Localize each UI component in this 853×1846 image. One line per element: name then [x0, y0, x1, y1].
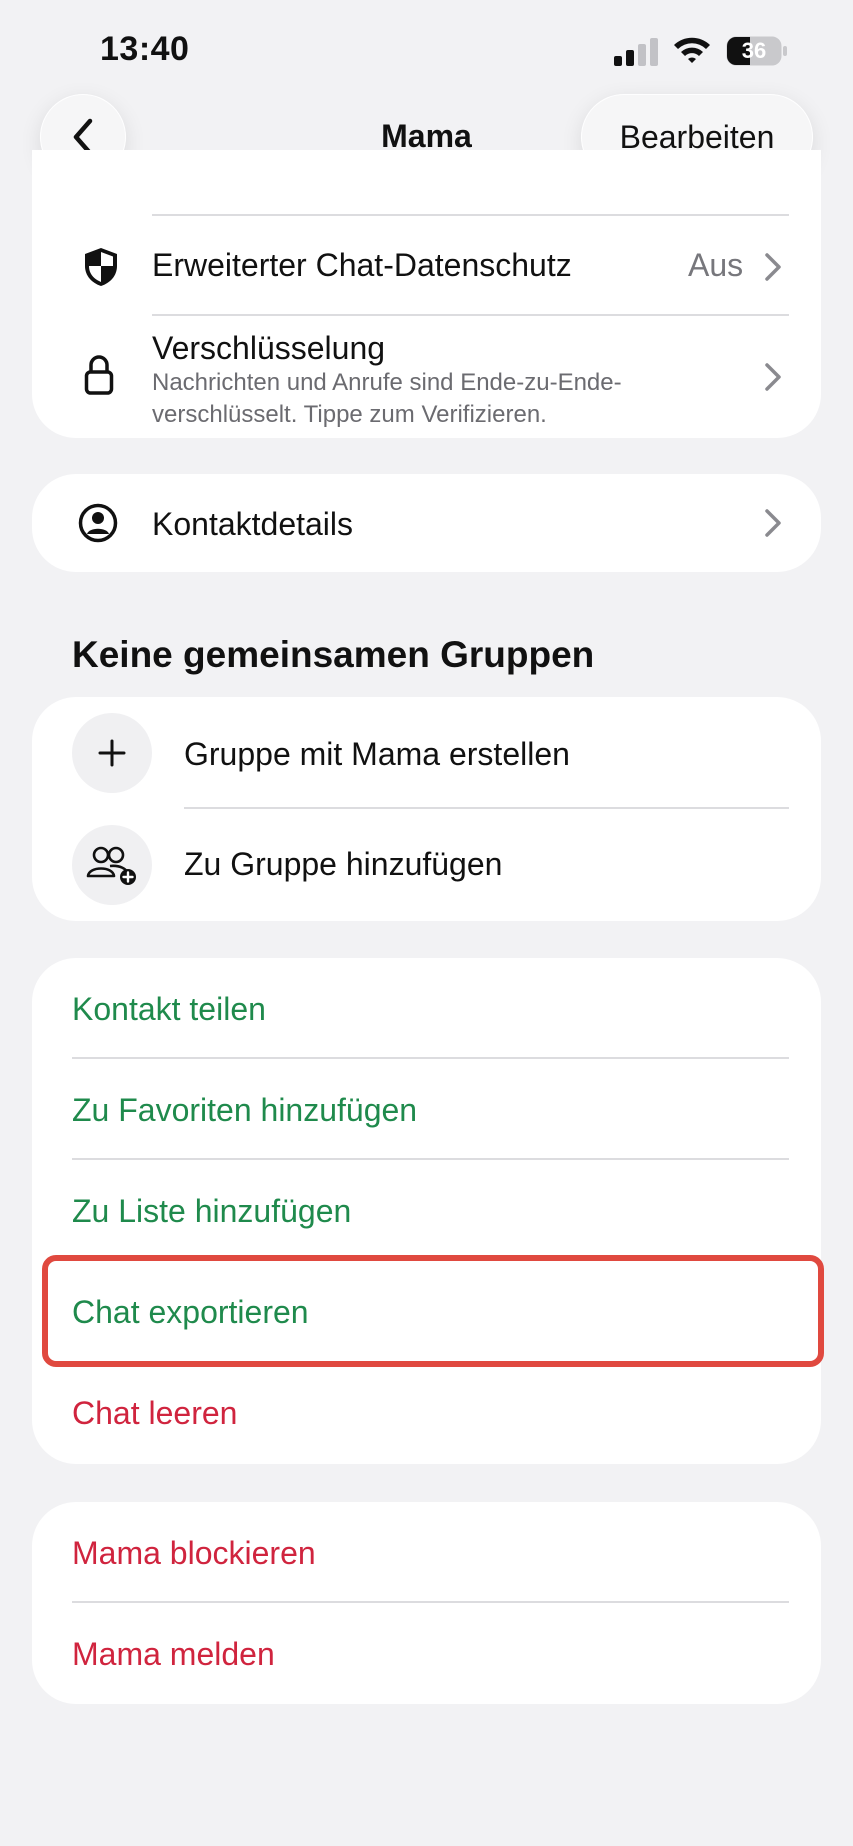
add-list-row[interactable]: Zu Liste hinzufügen	[32, 1160, 821, 1260]
danger-card: Mama blockieren Mama melden	[32, 1502, 821, 1704]
status-bar: 13:40 36	[0, 0, 853, 100]
block-label: Mama blockieren	[72, 1535, 316, 1571]
cellular-signal-icon	[614, 38, 658, 66]
groups-heading: Keine gemeinsamen Gruppen	[72, 634, 595, 675]
share-contact-row[interactable]: Kontakt teilen	[32, 958, 821, 1058]
advanced-privacy-value: Aus	[688, 247, 744, 283]
block-row[interactable]: Mama blockieren	[32, 1502, 821, 1602]
share-contact-label: Kontakt teilen	[72, 991, 266, 1027]
encryption-row[interactable]: Verschlüsselung Nachrichten und Anrufe s…	[32, 316, 821, 438]
advanced-privacy-label: Erweiterter Chat-Datenschutz	[152, 247, 572, 283]
encryption-description: Nachrichten und Anrufe sind Ende-zu-Ende…	[152, 369, 622, 428]
groups-card: Gruppe mit Mama erstellen Zu Gruppe hinz…	[32, 697, 821, 921]
add-to-group-label: Zu Gruppe hinzufügen	[184, 846, 503, 882]
actions-card: Kontakt teilen Zu Favoriten hinzufügen Z…	[32, 958, 821, 1464]
advanced-privacy-row[interactable]: Erweiterter Chat-Datenschutz Aus	[32, 216, 821, 316]
lock-icon	[84, 355, 114, 395]
contact-details-label: Kontaktdetails	[152, 506, 354, 542]
create-group-row[interactable]: Gruppe mit Mama erstellen	[32, 697, 821, 809]
shield-icon	[85, 248, 117, 286]
add-favorites-row[interactable]: Zu Favoriten hinzufügen	[32, 1059, 821, 1159]
clear-chat-label: Chat leeren	[72, 1395, 238, 1431]
plus-icon	[72, 713, 152, 793]
report-label: Mama melden	[72, 1636, 275, 1672]
chevron-right-icon	[765, 363, 781, 391]
privacy-card: Erweiterter Chat-Datenschutz Aus Verschl…	[32, 150, 821, 438]
group-add-icon	[72, 825, 152, 905]
contact-details-row[interactable]: Kontaktdetails	[32, 474, 821, 572]
encryption-label: Verschlüsselung	[152, 330, 386, 366]
report-row[interactable]: Mama melden	[32, 1603, 821, 1703]
chevron-right-icon	[765, 253, 781, 281]
person-circle-icon	[78, 503, 118, 543]
create-group-label: Gruppe mit Mama erstellen	[184, 736, 570, 772]
export-chat-highlight	[42, 1255, 824, 1367]
clear-chat-row[interactable]: Chat leeren	[32, 1362, 821, 1462]
add-list-label: Zu Liste hinzufügen	[72, 1193, 352, 1229]
chevron-right-icon	[765, 509, 781, 537]
status-time: 13:40	[100, 30, 190, 68]
add-to-group-row[interactable]: Zu Gruppe hinzufügen	[32, 809, 821, 921]
battery-icon: 36	[726, 36, 788, 66]
battery-level: 36	[741, 38, 767, 63]
wifi-icon	[674, 37, 710, 63]
add-favorites-label: Zu Favoriten hinzufügen	[72, 1092, 418, 1128]
